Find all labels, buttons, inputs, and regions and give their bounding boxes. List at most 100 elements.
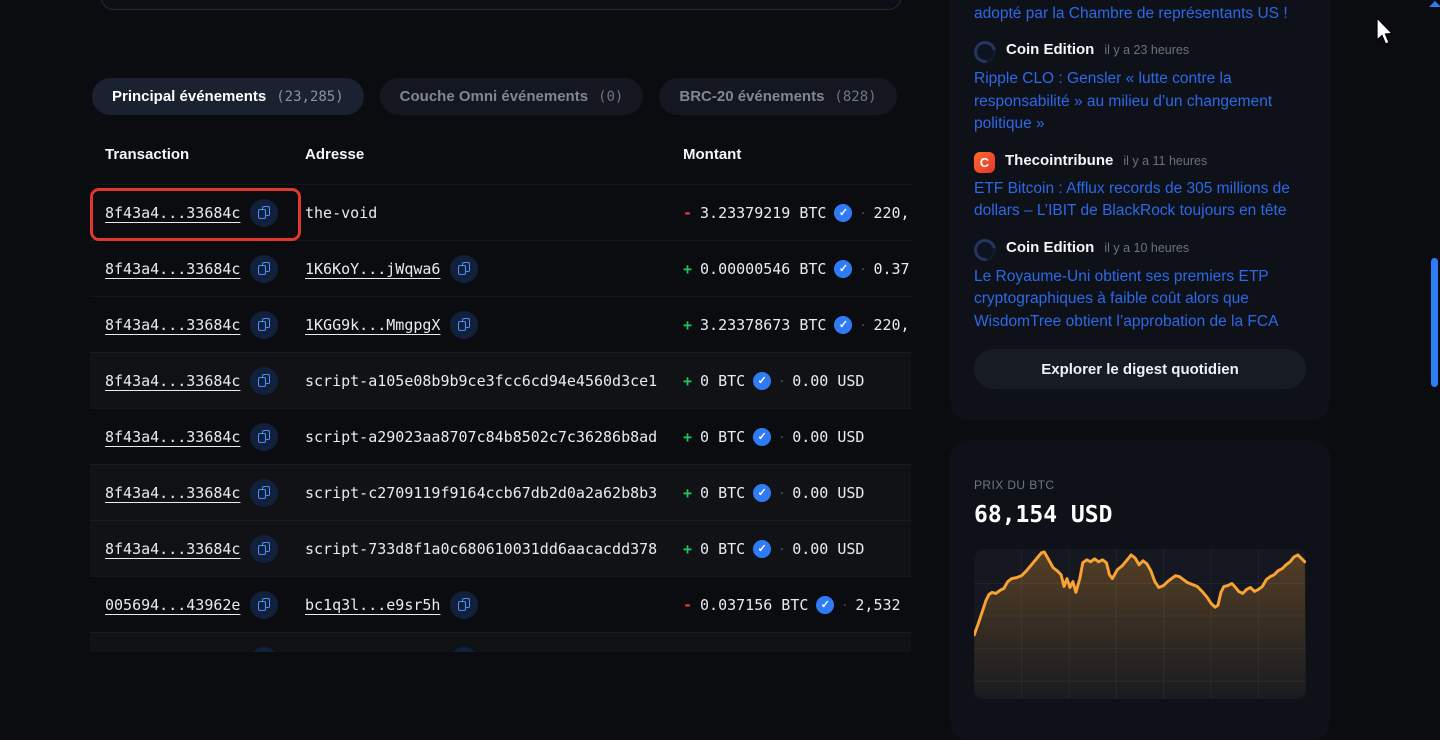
column-header-address: Adresse: [305, 146, 364, 163]
amount-sign: +: [683, 372, 692, 390]
news-headline-link[interactable]: Le Royaume-Uni obtient ses premiers ETP …: [974, 266, 1306, 334]
amount-usd: 220,: [873, 204, 909, 222]
copy-transaction-button[interactable]: [250, 311, 278, 339]
table-row: 8f43a4...33684c 1KGG9k...MmgpgX + 3.2337…: [90, 296, 911, 352]
table-row: 8f43a4...33684c script-a105e08b9b9ce3fcc…: [90, 352, 911, 408]
news-item: Coin Edition il y a 23 heures Ripple CLO…: [974, 41, 1306, 136]
verified-icon: ✓: [753, 484, 771, 502]
transaction-link[interactable]: 8f43a4...33684c: [105, 372, 240, 390]
amount-btc: 0 BTC: [700, 484, 745, 502]
news-headline-link[interactable]: ETF Bitcoin : Afflux records de 305 mill…: [974, 178, 1306, 223]
tab-omni-layer-events[interactable]: Couche Omni événements (0): [380, 78, 644, 115]
copy-transaction-button[interactable]: [250, 367, 278, 395]
amount-usd: 0.00 USD: [792, 540, 864, 558]
copy-address-button[interactable]: [450, 311, 478, 339]
price-value: 68,154 USD: [974, 502, 1306, 528]
separator-dot: ·: [779, 428, 784, 445]
transaction-link[interactable]: 8f43a4...33684c: [105, 316, 240, 334]
news-item: Coin Edition il y a 10 heures Le Royaume…: [974, 239, 1306, 334]
transaction-link[interactable]: 8f43a4...33684c: [105, 540, 240, 558]
explore-daily-digest-button[interactable]: Explorer le digest quotidien: [974, 349, 1306, 389]
copy-icon: [258, 318, 270, 331]
news-source-name: Thecointribune: [1005, 152, 1113, 169]
tab-brc20-events[interactable]: BRC-20 événements (828): [659, 78, 896, 115]
separator-dot: ·: [779, 372, 784, 389]
transaction-link[interactable]: 8f43a4...33684c: [105, 260, 240, 278]
copy-icon: [258, 374, 270, 387]
amount-sign: +: [683, 316, 692, 334]
tab-principal-events[interactable]: Principal événements (23,285): [92, 78, 364, 115]
transaction-link[interactable]: 005694...43962e: [105, 596, 240, 614]
separator-dot: ·: [860, 260, 865, 277]
scrollbar-thumb[interactable]: [1431, 258, 1438, 387]
copy-icon: [258, 206, 270, 219]
amount-usd: 220,: [873, 316, 909, 334]
address-link[interactable]: bc1q3l...e9sr5h: [305, 596, 440, 614]
events-tabs: Principal événements (23,285) Couche Omn…: [92, 78, 897, 115]
copy-transaction-button[interactable]: [250, 199, 278, 227]
amount-sign: -: [683, 204, 692, 222]
transaction-link[interactable]: 8f43a4...33684c: [105, 484, 240, 502]
news-headline-link[interactable]: Cryptomonnaies : Le projet de loi FIT21 …: [974, 0, 1306, 25]
news-timestamp: il y a 23 heures: [1104, 43, 1189, 57]
copy-icon: [258, 486, 270, 499]
address-link[interactable]: 1KGG9k...MmgpgX: [305, 316, 440, 334]
copy-icon: [258, 262, 270, 275]
copy-icon: [458, 598, 470, 611]
tab-label: Principal événements: [112, 88, 266, 105]
verified-icon: ✓: [834, 260, 852, 278]
verified-icon: ✓: [834, 316, 852, 334]
table-row: 8f43a4...33684c script-a29023aa8707c84b8…: [90, 408, 911, 464]
separator-dot: ·: [779, 484, 784, 501]
amount-btc: 0 BTC: [700, 428, 745, 446]
amount-usd: 0.00 USD: [792, 484, 864, 502]
copy-icon: [258, 430, 270, 443]
btc-sparkline: [974, 549, 1306, 699]
copy-icon: [458, 262, 470, 275]
copy-address-button[interactable]: [450, 255, 478, 283]
copy-transaction-button[interactable]: [250, 255, 278, 283]
amount-btc: 0.00000546 BTC: [700, 260, 826, 278]
price-label: PRIX DU BTC: [974, 478, 1306, 492]
coin-edition-logo-icon: [970, 37, 1001, 68]
amount-usd: 0.00 USD: [792, 428, 864, 446]
copy-transaction-button[interactable]: [250, 479, 278, 507]
copy-transaction-button[interactable]: [250, 591, 278, 619]
copy-address-button[interactable]: [450, 647, 478, 653]
tab-count: (23,285): [276, 89, 343, 105]
amount-btc: 3.23379219 BTC: [700, 204, 826, 222]
address-link[interactable]: 1K6KoY...jWqwa6: [305, 260, 440, 278]
copy-icon: [258, 542, 270, 555]
btc-price-chart: [974, 549, 1306, 699]
amount-sign: +: [683, 260, 692, 278]
amount-usd: 2,532: [855, 596, 900, 614]
verified-icon: ✓: [753, 428, 771, 446]
news-headline-link[interactable]: Ripple CLO : Gensler « lutte contre la r…: [974, 68, 1306, 136]
copy-icon: [458, 318, 470, 331]
copy-transaction-button[interactable]: [250, 423, 278, 451]
table-row: 005694...43962e bc1q3l...e9sr5h - 0.0371…: [90, 576, 911, 632]
btc-price-card: PRIX DU BTC 68,154 USD: [950, 440, 1330, 740]
copy-transaction-button[interactable]: [250, 647, 278, 653]
table-body: 8f43a4...33684c the-void - 3.23379219 BT…: [90, 184, 911, 652]
transaction-link[interactable]: 8f43a4...33684c: [105, 204, 240, 222]
amount-btc: 3.23378673 BTC: [700, 316, 826, 334]
table-row: 8f43a4...33684c script-733d8f1a0c6806100…: [90, 520, 911, 576]
amount-btc: 0 BTC: [700, 540, 745, 558]
copy-transaction-button[interactable]: [250, 535, 278, 563]
copy-address-button[interactable]: [450, 591, 478, 619]
amount-sign: +: [683, 484, 692, 502]
address-text: script-733d8f1a0c680610031dd6aacacdd378: [305, 540, 657, 558]
separator-dot: ·: [860, 316, 865, 333]
tab-count: (828): [834, 89, 876, 105]
news-source-name: Coin Edition: [1006, 41, 1094, 58]
news-timestamp: il y a 10 heures: [1104, 241, 1189, 255]
amount-usd: 0.37: [873, 260, 909, 278]
address-text: script-a29023aa8707c84b8502c7c36286b8ad: [305, 428, 657, 446]
transaction-link[interactable]: 8f43a4...33684c: [105, 428, 240, 446]
table-row: 005694...43962e bc1q7b...3t264s + 0.0369…: [90, 632, 911, 652]
events-table-zone: Principal événements (23,285) Couche Omn…: [90, 0, 911, 652]
thecointribune-logo-icon: C: [974, 152, 995, 173]
table-header: Transaction Adresse Montant: [90, 146, 911, 168]
scroll-up-arrow-icon[interactable]: [1429, 1, 1440, 7]
